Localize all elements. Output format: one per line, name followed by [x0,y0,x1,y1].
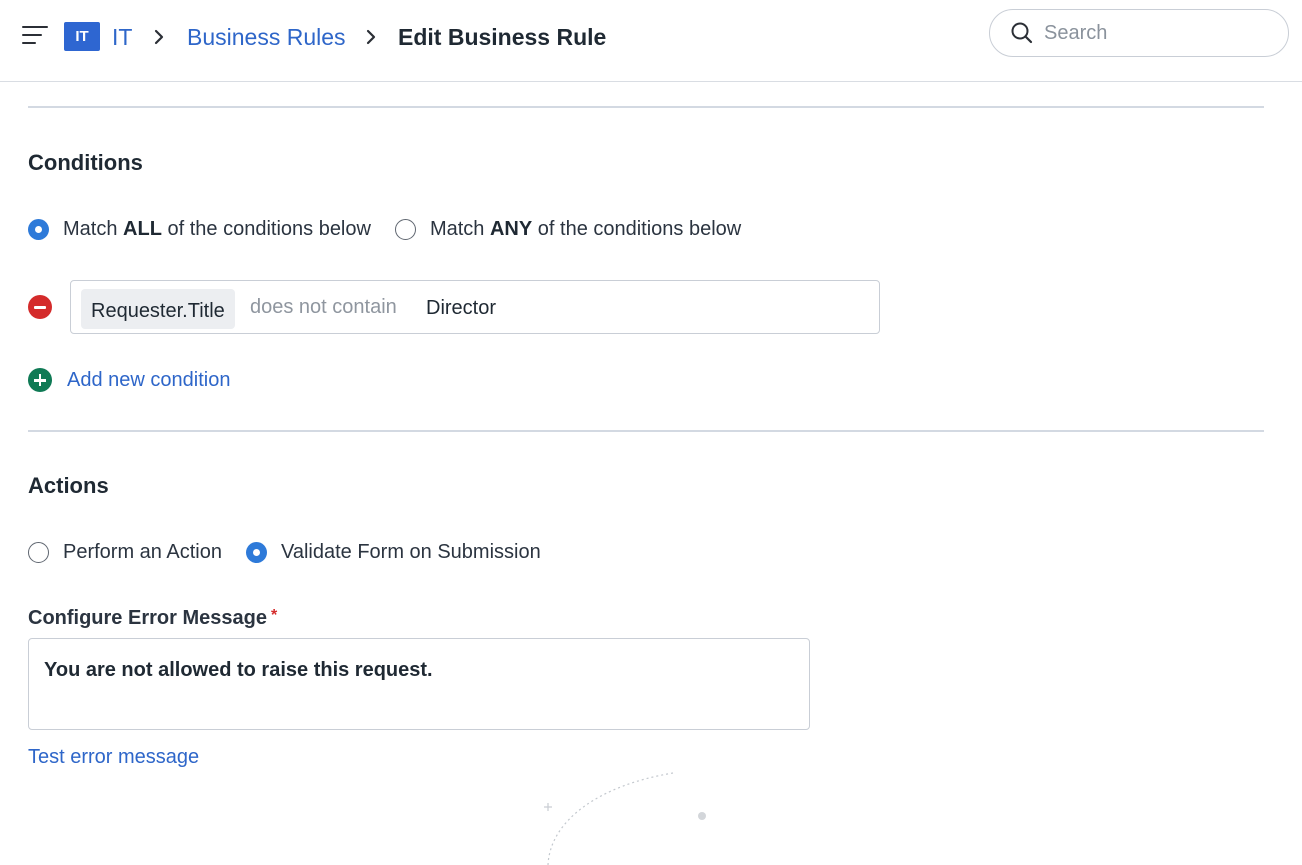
condition-row[interactable]: Requester.Title does not contain Directo… [70,280,880,334]
match-all-prefix: Match [63,218,124,240]
perform-action-option[interactable]: Perform an Action [28,541,222,564]
error-message-textarea[interactable]: You are not allowed to raise this reques… [28,638,810,730]
add-condition-label: Add new condition [67,368,231,391]
validate-form-radio[interactable] [245,542,267,563]
condition-value[interactable]: Director [426,297,496,320]
add-condition-button[interactable]: Add new condition [28,368,230,392]
decorative-curve-icon [544,772,706,865]
remove-condition-icon[interactable] [28,295,52,319]
validate-form-option[interactable]: Validate Form on Submission [245,541,541,564]
match-options: Match ALL of the conditions below Match … [28,218,765,241]
perform-action-label: Perform an Action [63,541,222,563]
required-mark: * [270,607,278,624]
conditions-title: Conditions [28,150,143,175]
search-icon [1011,22,1033,44]
match-all-suffix: of the conditions below [161,218,371,240]
error-message-label-text: Configure Error Message [28,607,267,629]
chevron-right-icon [154,29,164,45]
search-box[interactable] [989,9,1289,57]
match-any-suffix: of the conditions below [532,218,742,240]
page-title: Edit Business Rule [398,24,607,50]
hamburger-menu-icon[interactable] [22,24,48,46]
workspace-badge: IT [64,22,100,51]
match-all-keyword: ALL [123,218,162,240]
match-any-prefix: Match [429,218,490,240]
actions-title: Actions [28,473,109,498]
match-any-radio[interactable] [394,219,416,240]
error-message-label: Configure Error Message * [28,607,277,630]
search-input[interactable] [1044,21,1264,45]
section-divider [28,430,1264,432]
match-all-option[interactable]: Match ALL of the conditions below [28,218,371,241]
breadcrumb-it-link[interactable]: IT [112,24,132,51]
top-header: IT IT Business Rules Edit Business Rule [0,0,1302,82]
condition-field-chip[interactable]: Requester.Title [81,289,235,329]
perform-action-radio[interactable] [28,542,49,563]
validate-form-label: Validate Form on Submission [280,541,541,563]
match-all-radio[interactable] [28,219,49,240]
breadcrumb-business-rules-link[interactable]: Business Rules [187,24,346,51]
chevron-right-icon [366,29,376,45]
test-error-message-link[interactable]: Test error message [28,746,199,769]
condition-operator[interactable]: does not contain [250,296,397,319]
match-any-option[interactable]: Match ANY of the conditions below [394,218,742,241]
section-divider [28,106,1264,108]
action-type-options: Perform an Action Validate Form on Submi… [28,541,565,564]
match-any-keyword: ANY [489,218,533,240]
plus-circle-icon [28,368,52,392]
